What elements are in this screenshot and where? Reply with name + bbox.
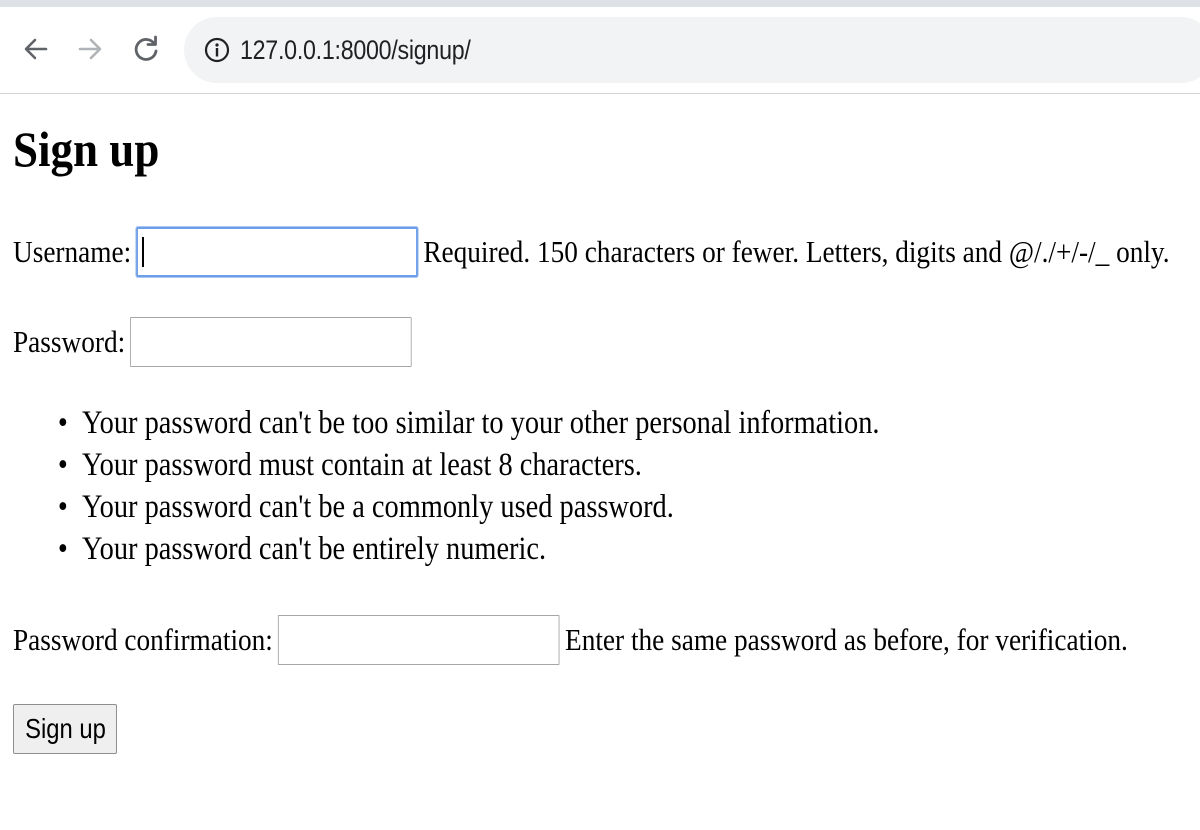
arrow-right-icon [78,38,102,60]
password-confirmation-help-text: Enter the same password as before, for v… [565,622,1128,657]
page-content: Sign up Username: Required. 150 characte… [0,94,1200,830]
reload-button[interactable] [126,29,166,69]
address-bar[interactable]: 127.0.0.1:8000/signup/ [184,17,1200,83]
tab-strip [0,0,1200,7]
sign-up-button-label: Sign up [24,713,106,744]
text-caret [142,237,144,267]
bullet: • [57,405,68,441]
reload-icon [134,35,158,61]
forward-button[interactable] [70,29,110,69]
bullet: • [57,447,68,483]
list-item: • Your password must contain at least 8 c… [58,444,880,486]
password-confirmation-row: Password confirmation: Enter the same pa… [13,614,1128,666]
arrow-left-icon [24,38,48,60]
username-help-text: Required. 150 characters or fewer. Lette… [423,234,1170,269]
bullet: • [57,531,68,567]
list-item: • Your password can't be too similar to y… [58,402,880,444]
sign-up-button[interactable]: Sign up [13,704,117,754]
password-label: Password: [13,324,126,359]
browser-toolbar: 127.0.0.1:8000/signup/ [0,7,1200,94]
password-input[interactable] [130,317,413,367]
password-confirmation-label: Password confirmation: [13,622,273,657]
password-confirmation-input[interactable] [278,615,560,665]
bullet: • [57,489,68,525]
password-rules-list: • Your password can't be too similar to y… [58,402,880,570]
password-row: Password: [13,316,417,368]
username-row: Username: Required. 150 characters or fe… [13,226,1170,278]
list-item: • Your password can't be entirely numeric… [58,528,880,570]
username-label: Username: [13,234,132,269]
info-icon[interactable] [204,37,230,63]
list-item: • Your password can't be a commonly used … [58,486,880,528]
username-input[interactable] [136,227,419,277]
url-text[interactable]: 127.0.0.1:8000/signup/ [240,17,471,83]
back-button[interactable] [16,29,56,69]
page-title: Sign up [13,121,160,177]
